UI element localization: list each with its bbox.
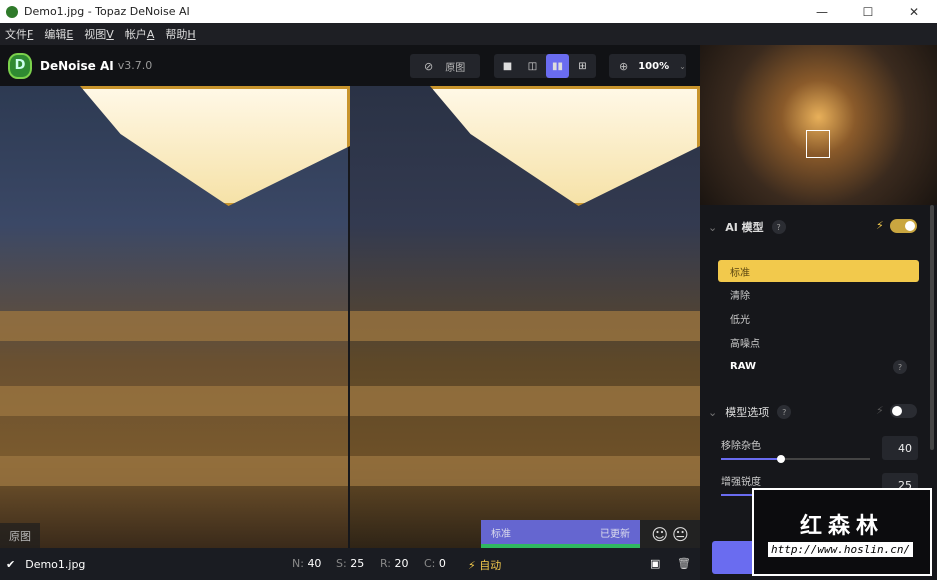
processed-image-pane[interactable]	[350, 86, 700, 548]
help-icon[interactable]: ?	[771, 220, 786, 234]
original-image-pane[interactable]	[0, 86, 350, 548]
sharpen-label: 增强锐度	[721, 477, 761, 488]
remove-noise-input[interactable]: 40	[882, 436, 918, 460]
navigator-thumbnail[interactable]	[700, 45, 937, 205]
window-title: Demo1.jpg - Topaz DeNoise AI	[24, 5, 190, 18]
processing-status: 标准 已更新	[481, 520, 640, 548]
color-value: 0	[438, 557, 446, 570]
remove-noise-label: 移除杂色	[721, 441, 761, 452]
menu-bar: 文件F 编辑E 视图V 帐户A 帮助H	[0, 23, 937, 45]
close-button[interactable]: ✕	[891, 0, 937, 23]
app-logo: D	[8, 52, 32, 79]
chevron-down-icon: ⌄	[708, 220, 718, 234]
model-option-standard[interactable]: 标准	[718, 260, 919, 282]
bottom-bar: ✔ Demo1.jpg N: 40 S: 25 R: 20 C: 0 ⚡︎ 自动…	[0, 548, 700, 580]
menu-edit[interactable]: 编辑E	[44, 26, 73, 42]
trash-icon[interactable]: 🗑︎	[677, 557, 691, 570]
model-option-clear[interactable]: 清除	[718, 283, 919, 305]
filename: Demo1.jpg	[25, 557, 86, 571]
sharpen-value: 25	[350, 557, 365, 570]
menu-help[interactable]: 帮助H	[165, 26, 195, 42]
watermark: 红森林 http://www.hoslin.cn/	[752, 488, 932, 576]
toolbar: D DeNoise AI v3.7.0 ⊘ 原图 ■ ◫ ▮▮ ⊞ ⊕ 100%…	[0, 45, 700, 86]
eye-off-icon: ⊘	[424, 59, 434, 73]
bolt-icon: ⚡︎	[468, 559, 476, 572]
side-by-side-view-icon[interactable]: ▮▮	[546, 54, 569, 78]
noise-value: 40	[307, 557, 322, 570]
help-icon[interactable]: ?	[777, 405, 792, 419]
quad-view-icon[interactable]: ⊞	[571, 54, 594, 78]
preview-icon[interactable]: ▣	[650, 557, 660, 570]
single-view-icon[interactable]: ■	[496, 54, 519, 78]
recover-value: 20	[394, 557, 409, 570]
app-name: DeNoise AI	[40, 58, 114, 73]
chevron-down-icon: ⌄	[679, 61, 686, 71]
ai-model-header[interactable]: ⌄ AI 模型 ?	[708, 219, 786, 235]
neutral-face-icon[interactable]: 😐︎	[672, 525, 689, 544]
auto-indicator: ⚡︎ 自动	[468, 559, 502, 572]
original-label: 原图	[0, 523, 40, 548]
model-option-low-light[interactable]: 低光	[718, 307, 919, 329]
app-version: v3.7.0	[117, 59, 153, 72]
model-option-raw[interactable]: RAW	[718, 355, 919, 377]
maximize-button[interactable]: ☐	[845, 0, 891, 23]
show-original-button[interactable]: ⊘ 原图	[410, 54, 480, 78]
menu-account[interactable]: 帐户A	[125, 26, 155, 42]
title-bar: Demo1.jpg - Topaz DeNoise AI — ☐ ✕	[0, 0, 937, 23]
ai-model-toggle[interactable]	[890, 219, 917, 233]
smile-face-icon[interactable]: ☺	[651, 525, 668, 544]
view-mode-group: ■ ◫ ▮▮ ⊞	[494, 54, 596, 78]
panel-scrollbar[interactable]	[930, 205, 934, 450]
app-icon	[6, 5, 18, 18]
help-icon[interactable]: ?	[893, 360, 907, 374]
chevron-down-icon: ⌄	[708, 405, 718, 419]
split-view-icon[interactable]: ◫	[521, 54, 544, 78]
menu-file[interactable]: 文件F	[5, 26, 33, 42]
menu-view[interactable]: 视图V	[84, 26, 114, 42]
bolt-icon: ⚡︎	[876, 219, 884, 232]
minimize-button[interactable]: —	[799, 0, 845, 23]
model-options-toggle[interactable]	[890, 404, 917, 418]
zoom-dropdown[interactable]: ⊕ 100% ⌄	[609, 54, 686, 78]
viewport-box[interactable]	[806, 130, 830, 158]
zoom-in-icon: ⊕	[619, 59, 629, 73]
bolt-icon: ⚡︎	[876, 404, 884, 417]
model-options-header[interactable]: ⌄ 模型选项 ?	[708, 404, 792, 420]
checkmark-icon[interactable]: ✔	[6, 558, 15, 571]
remove-noise-slider[interactable]	[721, 455, 870, 463]
feedback-group: ☺ 😐︎	[640, 520, 700, 548]
model-option-severe-noise[interactable]: 高噪点	[718, 331, 919, 353]
